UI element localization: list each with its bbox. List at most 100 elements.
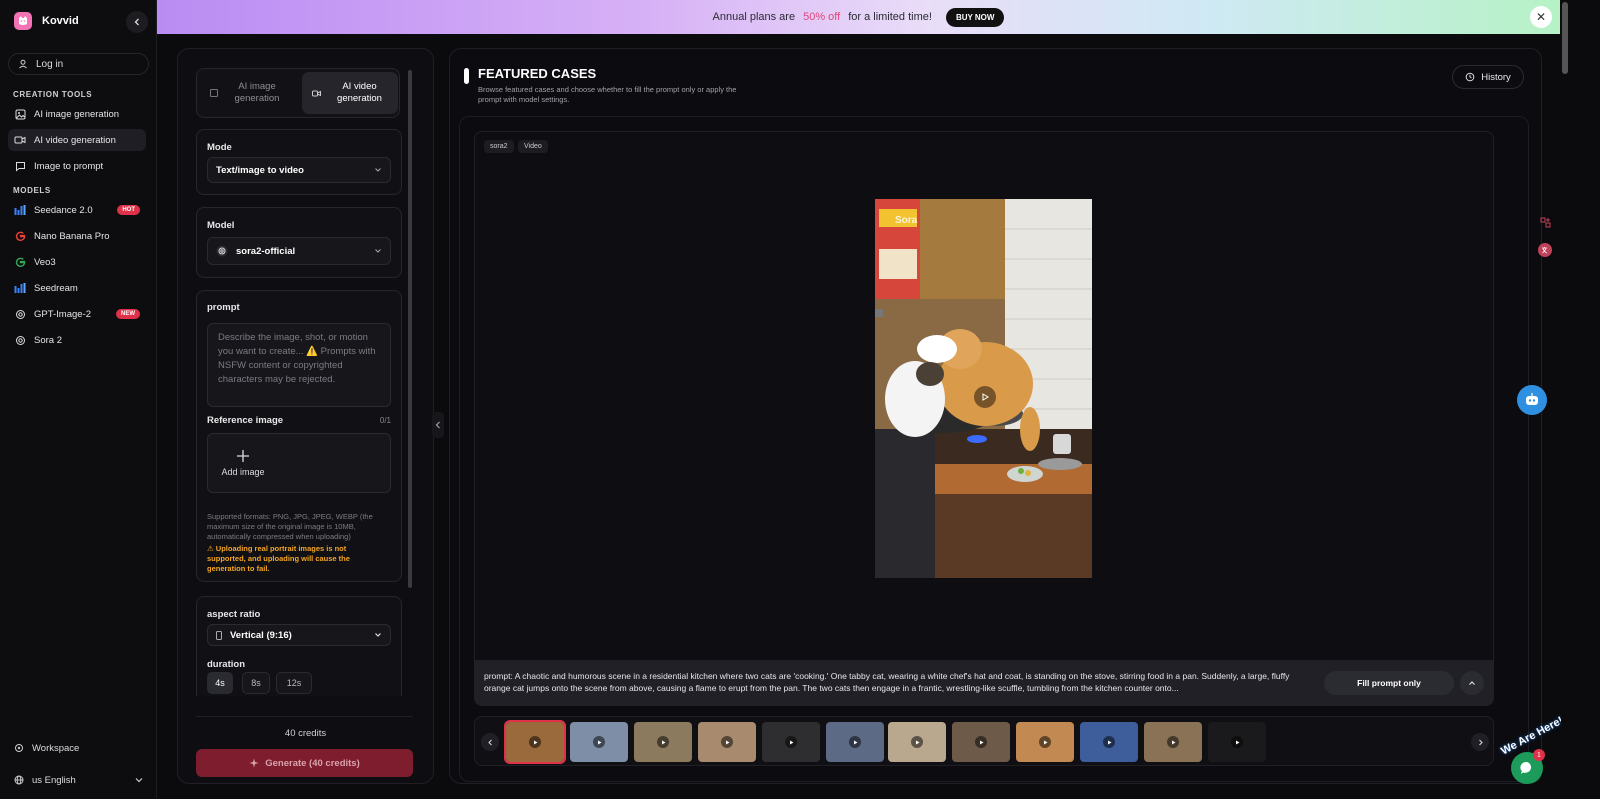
expand-options-button[interactable] — [1460, 671, 1484, 695]
prompt-label: prompt — [207, 302, 240, 313]
sora-watermark: Sora — [895, 215, 918, 226]
history-button[interactable]: History — [1452, 65, 1524, 89]
settings-card: aspect ratio Vertical (9:16) duration 4s… — [196, 596, 402, 696]
sidebar-item-nano-banana-pro[interactable]: Nano Banana Pro — [8, 225, 146, 247]
chat-icon — [14, 160, 26, 172]
promo-highlight: 50% off — [803, 11, 841, 23]
sidebar-item-ai-video-generation[interactable]: AI video generation — [8, 129, 146, 151]
play-icon — [1231, 736, 1243, 748]
play-icon — [1167, 736, 1179, 748]
collapse-panel-button[interactable] — [432, 412, 444, 438]
credits-label: 40 credits — [284, 728, 327, 739]
chevron-down-icon — [375, 633, 381, 637]
thumbnails-next-button[interactable] — [1471, 733, 1489, 751]
sidebar-item-label: Seedream — [34, 282, 78, 294]
tab-ai-video-generation[interactable]: AI video generation — [302, 72, 398, 114]
sidebar-item-label: Sora 2 — [34, 334, 62, 346]
sidebar-item-veo3[interactable]: Veo3 — [8, 251, 146, 273]
model-tag: sora2 — [484, 140, 514, 153]
duration-8s[interactable]: 8s — [242, 672, 270, 694]
generate-button[interactable]: Generate (40 credits) — [196, 749, 413, 777]
gear-icon — [15, 744, 23, 752]
play-icon — [721, 736, 733, 748]
workspace-link[interactable]: Workspace — [8, 737, 149, 759]
thumbnail[interactable] — [1208, 722, 1266, 762]
video-icon — [14, 134, 26, 146]
login-button[interactable]: Log in — [8, 53, 149, 75]
play-button[interactable] — [974, 386, 996, 408]
globe-icon — [14, 775, 24, 785]
portrait-icon — [216, 630, 222, 640]
case-prompt-text: prompt: A chaotic and humorous scene in … — [484, 671, 1290, 693]
thumbnail[interactable] — [826, 722, 884, 762]
model-select[interactable]: sora2-official — [207, 237, 391, 265]
mode-card: Mode Text/image to video — [196, 129, 402, 195]
collapse-sidebar-button[interactable] — [126, 11, 148, 33]
reference-upload-area[interactable]: Add image — [207, 433, 391, 493]
duration-12s[interactable]: 12s — [276, 672, 312, 694]
sidebar-item-seedream[interactable]: Seedream — [8, 277, 146, 299]
sidebar-item-ai-image-generation[interactable]: AI image generation — [8, 103, 146, 125]
thumbnail[interactable] — [504, 720, 566, 764]
chevron-left-icon — [435, 421, 440, 429]
bars-icon — [14, 282, 26, 294]
prompt-card: prompt Describe the image, shot, or moti… — [196, 290, 402, 582]
case-prompt-bar: prompt: A chaotic and humorous scene in … — [474, 661, 1494, 706]
mode-select[interactable]: Text/image to video — [207, 157, 391, 183]
featured-title: FEATURED CASES — [478, 66, 597, 81]
sidebar-item-image-to-prompt[interactable]: Image to prompt — [8, 155, 146, 177]
aspect-ratio-value: Vertical (9:16) — [230, 629, 292, 641]
openai-icon — [216, 245, 228, 257]
promo-text-after: for a limited time! — [848, 11, 932, 23]
sidebar-item-seedance[interactable]: Seedance 2.0 HOT — [8, 199, 146, 221]
openai-icon — [14, 308, 26, 320]
page-scrollbar[interactable] — [1562, 2, 1568, 74]
bars-icon — [14, 204, 26, 216]
assistant-button[interactable] — [1517, 385, 1547, 415]
sidebar-item-label: Nano Banana Pro — [34, 230, 110, 242]
sidebar: Kovvid Log in CREATION TOOLS AI image ge… — [0, 0, 157, 799]
login-label: Log in — [36, 58, 64, 70]
chevron-left-icon — [134, 18, 139, 26]
thumbnail[interactable] — [634, 722, 692, 762]
brand[interactable]: Kovvid — [14, 12, 79, 30]
thumbnail[interactable] — [1080, 722, 1138, 762]
add-image-button[interactable]: Add image — [220, 438, 266, 488]
prompt-input[interactable]: Describe the image, shot, or motion you … — [207, 323, 391, 407]
thumbnail[interactable] — [570, 722, 628, 762]
thumbnail[interactable] — [1016, 722, 1074, 762]
close-promo-button[interactable]: ✕ — [1530, 6, 1552, 28]
plus-icon — [237, 450, 249, 462]
thumbnails-prev-button[interactable] — [481, 733, 499, 751]
google-icon — [14, 230, 26, 242]
thumbnail[interactable] — [1144, 722, 1202, 762]
translate-icon[interactable] — [1538, 243, 1552, 257]
sidebar-item-gpt-image-2[interactable]: GPT-Image-2 NEW — [8, 303, 146, 325]
history-icon — [1465, 72, 1475, 82]
thumbnail[interactable] — [888, 722, 946, 762]
model-value: sora2-official — [236, 245, 296, 257]
language-selector[interactable]: us English — [8, 769, 149, 791]
thumbnail[interactable] — [952, 722, 1010, 762]
aspect-ratio-select[interactable]: Vertical (9:16) — [207, 624, 391, 646]
model-card: Model sora2-official — [196, 207, 402, 278]
panel-scrollbar[interactable] — [408, 70, 412, 588]
aspect-ratio-label: aspect ratio — [207, 609, 261, 620]
apps-icon[interactable] — [1538, 215, 1552, 229]
thumbnail[interactable] — [698, 722, 756, 762]
tab-ai-image-generation[interactable]: AI image generation — [200, 72, 296, 114]
models-title: MODELS — [13, 186, 51, 195]
chevron-right-icon — [1478, 739, 1483, 745]
reference-image-label: Reference image — [207, 415, 284, 426]
fill-prompt-only-button[interactable]: Fill prompt only — [1324, 671, 1454, 695]
sidebar-item-label: GPT-Image-2 — [34, 308, 92, 320]
duration-4s[interactable]: 4s — [207, 672, 233, 694]
sparkle-icon — [249, 758, 259, 768]
chevron-down-icon — [135, 778, 143, 783]
chevron-down-icon — [375, 249, 381, 253]
thumbnail[interactable] — [762, 722, 820, 762]
buy-now-button[interactable]: BUY NOW — [945, 7, 1005, 27]
sidebar-item-sora-2[interactable]: Sora 2 — [8, 329, 146, 351]
play-icon — [849, 736, 861, 748]
tab-label: AI image generation — [234, 81, 280, 104]
